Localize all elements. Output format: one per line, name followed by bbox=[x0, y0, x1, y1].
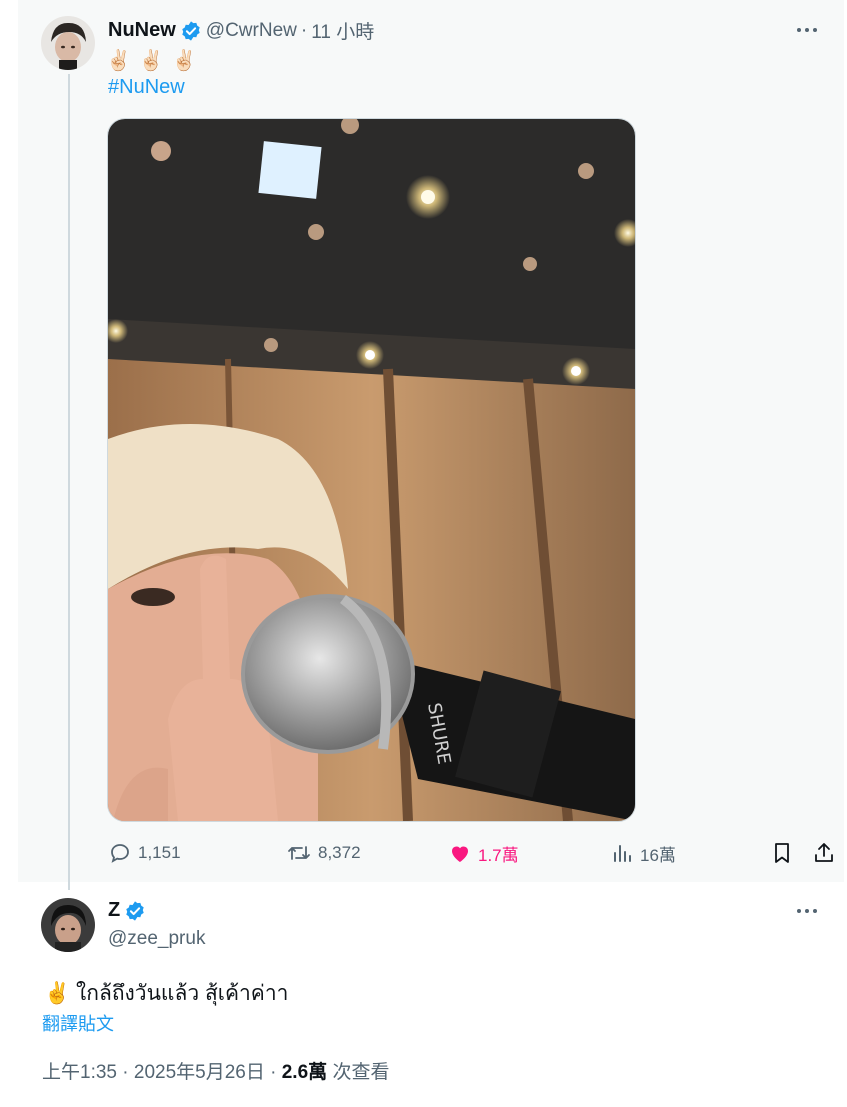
verified-badge-icon[interactable] bbox=[180, 20, 202, 42]
post-metadata: 上午1:35 · 2025年5月26日 · 2.6萬 次查看 bbox=[42, 1057, 389, 1084]
heart-icon bbox=[452, 846, 468, 862]
hashtag-link[interactable]: #NuNew bbox=[108, 76, 185, 99]
parent-author-row: NuNew @CwrNew · 11 小時 bbox=[108, 17, 374, 44]
share-button[interactable] bbox=[812, 838, 842, 868]
bookmark-icon bbox=[775, 843, 789, 863]
post-time[interactable]: 11 小時 bbox=[311, 17, 374, 44]
like-count: 1.7萬 bbox=[478, 845, 519, 865]
like-button[interactable]: 1.7萬 bbox=[448, 838, 519, 868]
peace-emojis: ✌🏻✌🏻✌🏻 bbox=[106, 50, 205, 72]
timeline-frame: NuNew @CwrNew · 11 小時 ✌🏻✌🏻✌🏻 #NuNew SHUR… bbox=[18, 0, 844, 1107]
reply-count: 1,151 bbox=[138, 843, 181, 862]
parent-tweet[interactable]: NuNew @CwrNew · 11 小時 ✌🏻✌🏻✌🏻 #NuNew SHUR… bbox=[18, 0, 844, 890]
reply-button[interactable]: 1,151 bbox=[108, 838, 181, 868]
post-time[interactable]: 上午1:35 bbox=[42, 1062, 117, 1083]
bookmark-button[interactable] bbox=[770, 838, 800, 868]
translate-post-link[interactable]: 翻譯貼文 bbox=[42, 1010, 114, 1036]
thread-connector-line bbox=[68, 74, 70, 890]
view-count: 2.6萬 bbox=[281, 1062, 328, 1083]
retweet-icon bbox=[288, 846, 310, 860]
post-date[interactable]: 2025年5月26日 bbox=[134, 1062, 265, 1083]
views-chart-icon bbox=[614, 845, 631, 862]
more-options-icon[interactable] bbox=[795, 899, 819, 923]
reply-author-handle[interactable]: @zee_pruk bbox=[108, 928, 205, 950]
reply-tweet-text: ✌️ ใกล้ถึงวันแล้ว สุ้เค้าค่าา bbox=[44, 982, 289, 1005]
view-label: 次查看 bbox=[332, 1062, 390, 1083]
more-options-icon[interactable] bbox=[795, 18, 819, 42]
meta-dot: · bbox=[270, 1062, 277, 1083]
views-button[interactable]: 16萬 bbox=[610, 838, 676, 868]
nunew-avatar[interactable] bbox=[41, 16, 95, 70]
tweet-photo[interactable]: SHURE bbox=[107, 118, 636, 822]
tweet-action-bar: 1,151 8,372 1.7萬 16萬 bbox=[108, 838, 833, 868]
verified-badge-icon[interactable] bbox=[124, 900, 146, 922]
author-name[interactable]: NuNew bbox=[108, 19, 176, 42]
views-count: 16萬 bbox=[640, 845, 676, 865]
retweet-button[interactable]: 8,372 bbox=[286, 838, 361, 868]
share-icon bbox=[815, 843, 833, 862]
meta-dot: · bbox=[122, 1062, 129, 1083]
retweet-count: 8,372 bbox=[318, 843, 361, 862]
separator-dot: · bbox=[300, 19, 308, 41]
author-handle[interactable]: @CwrNew bbox=[206, 20, 297, 42]
reply-author-row: Z bbox=[108, 899, 146, 922]
reply-author-name[interactable]: Z bbox=[108, 899, 120, 922]
zee-avatar[interactable] bbox=[41, 898, 95, 952]
reply-icon bbox=[111, 844, 129, 863]
